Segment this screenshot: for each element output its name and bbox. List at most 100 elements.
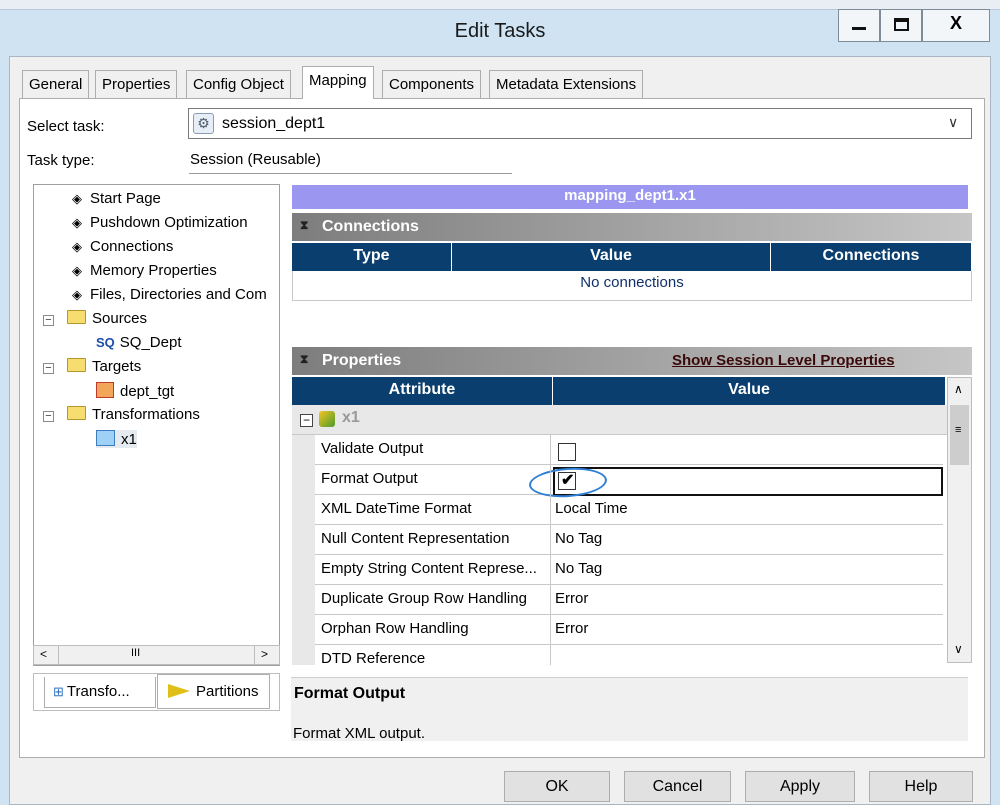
tree-item-connections[interactable]: ◈ Connections <box>70 238 173 255</box>
tree-item-label: x1 <box>121 431 137 448</box>
column-divider <box>550 435 551 665</box>
property-row[interactable]: DTD Reference <box>315 645 943 665</box>
properties-vertical-scrollbar[interactable]: ∧ ≡ ∨ <box>947 377 972 663</box>
tree-item-files[interactable]: ◈ Files, Directories and Com <box>70 286 267 303</box>
scroll-thumb-grip[interactable]: III <box>131 647 140 659</box>
tab-partitions[interactable]: Partitions <box>157 674 270 709</box>
column-header-type[interactable]: Type <box>292 243 452 271</box>
tree-lower-tabs: ⊞ Transfo... Partitions <box>33 673 280 711</box>
scroll-grip-icon: ≡ <box>955 424 962 436</box>
tree-horizontal-scrollbar[interactable]: < III > <box>33 645 280 665</box>
collapse-icon[interactable]: − <box>43 411 54 422</box>
lower-tab-label: Partitions <box>196 683 259 700</box>
splitter[interactable] <box>286 183 289 678</box>
connections-section-title: Connections <box>322 218 419 235</box>
ok-button[interactable]: OK <box>504 771 610 802</box>
property-value: No Tag <box>555 530 603 547</box>
property-attribute: XML DateTime Format <box>321 500 472 517</box>
chevron-right-icon[interactable]: > <box>261 647 268 661</box>
property-row[interactable]: Duplicate Group Row Handling Error <box>315 585 943 615</box>
help-button[interactable]: Help <box>869 771 973 802</box>
property-attribute: Validate Output <box>321 440 424 457</box>
chevron-down-icon[interactable]: ∨ <box>954 642 963 656</box>
chevron-down-icon[interactable]: ∨ <box>948 114 958 131</box>
tree-item-memory[interactable]: ◈ Memory Properties <box>70 262 217 279</box>
column-header-value[interactable]: Value <box>452 243 771 271</box>
tree-item-label: Connections <box>90 238 174 255</box>
tree-item-pushdown[interactable]: ◈ Pushdown Optimization <box>70 214 248 231</box>
column-header-connections[interactable]: Connections <box>771 243 971 271</box>
chevron-up-icon[interactable]: ∧ <box>954 382 963 396</box>
property-attribute: Format Output <box>321 470 418 487</box>
connections-empty-text: No connections <box>292 271 972 301</box>
tree-item-dept-tgt[interactable]: dept_tgt <box>96 382 174 400</box>
property-row[interactable]: XML DateTime Format Local Time <box>315 495 943 525</box>
cancel-button[interactable]: Cancel <box>624 771 731 802</box>
tree-item-label: Start Page <box>90 190 161 207</box>
scroll-divider <box>254 646 255 664</box>
selected-value-cell[interactable] <box>553 467 943 496</box>
tab-transformations[interactable]: ⊞ Transfo... <box>44 677 156 708</box>
property-attribute: DTD Reference <box>321 650 426 665</box>
xml-generator-icon <box>96 430 115 446</box>
property-row[interactable]: Validate Output <box>315 435 943 465</box>
tree-item-sources[interactable]: Sources <box>67 310 147 327</box>
navigation-tree: ◈ Start Page ◈ Pushdown Optimization ◈ Conn… <box>33 184 280 666</box>
scroll-divider <box>58 646 59 664</box>
property-group-row: − x1 <box>292 405 947 435</box>
lower-tab-label: Transfo... <box>66 683 130 700</box>
column-header-attribute[interactable]: Attribute <box>292 377 553 405</box>
property-row[interactable]: Empty String Content Represe... No Tag <box>315 555 943 585</box>
maximize-button[interactable] <box>880 9 922 42</box>
description-title: Format Output <box>294 685 406 702</box>
tree-item-targets[interactable]: Targets <box>67 358 141 375</box>
tab-mapping[interactable]: Mapping <box>302 66 374 99</box>
property-group-label: x1 <box>342 409 360 426</box>
properties-section-title: Properties <box>322 352 402 369</box>
tree-item-sq-dept[interactable]: SQ SQ_Dept <box>96 334 182 351</box>
properties-section-header[interactable]: ⧗ Properties Show Session Level Properti… <box>292 347 972 375</box>
source-qualifier-icon: SQ <box>96 335 115 350</box>
tab-general[interactable]: General <box>22 70 90 98</box>
tree-item-label: Transformations <box>92 406 200 423</box>
minimize-button[interactable] <box>838 9 880 42</box>
task-type-value: Session (Reusable) <box>189 148 512 174</box>
diamond-icon: ◈ <box>72 263 82 278</box>
tree-item-x1[interactable]: x1 <box>96 430 137 448</box>
tree-item-transformations[interactable]: Transformations <box>67 406 200 423</box>
show-session-level-properties-link[interactable]: Show Session Level Properties <box>672 352 895 369</box>
target-icon <box>96 382 114 398</box>
tab-config-object[interactable]: Config Object <box>186 70 291 98</box>
collapse-icon[interactable]: − <box>300 414 313 427</box>
collapse-icon[interactable]: − <box>43 363 54 374</box>
diamond-icon: ◈ <box>72 287 82 302</box>
collapse-icon[interactable]: − <box>43 315 54 326</box>
tab-metadata-extensions[interactable]: Metadata Extensions <box>489 70 644 98</box>
tab-components[interactable]: Components <box>382 70 482 98</box>
task-type-label: Task type: <box>27 152 95 169</box>
collapse-section-icon[interactable]: ⧗ <box>300 218 308 233</box>
property-row[interactable]: Orphan Row Handling Error <box>315 615 943 645</box>
tab-properties[interactable]: Properties <box>95 70 178 98</box>
chevron-left-icon[interactable]: < <box>40 647 47 661</box>
folder-icon <box>67 406 86 420</box>
property-attribute: Orphan Row Handling <box>321 620 469 637</box>
apply-button[interactable]: Apply <box>745 771 855 802</box>
property-value: No Tag <box>555 560 603 577</box>
tree-item-label: Files, Directories and Com <box>90 286 267 303</box>
property-row[interactable]: Null Content Representation No Tag <box>315 525 943 555</box>
tree-item-label: Targets <box>92 358 142 375</box>
folder-icon <box>67 310 86 324</box>
tree-item-start-page[interactable]: ◈ Start Page <box>70 190 161 207</box>
column-header-value[interactable]: Value <box>553 377 945 405</box>
row-indent-gutter <box>292 435 315 665</box>
validate-output-checkbox[interactable] <box>558 443 576 461</box>
partitions-icon <box>168 684 190 698</box>
session-icon: ⚙ <box>193 113 214 134</box>
minimize-icon <box>852 27 866 30</box>
connections-section-header[interactable]: ⧗ Connections <box>292 213 972 241</box>
collapse-section-icon[interactable]: ⧗ <box>300 352 308 367</box>
select-task-label: Select task: <box>27 118 105 135</box>
close-button[interactable]: X <box>922 9 990 42</box>
mapping-title: mapping_dept1.x1 <box>292 185 968 209</box>
